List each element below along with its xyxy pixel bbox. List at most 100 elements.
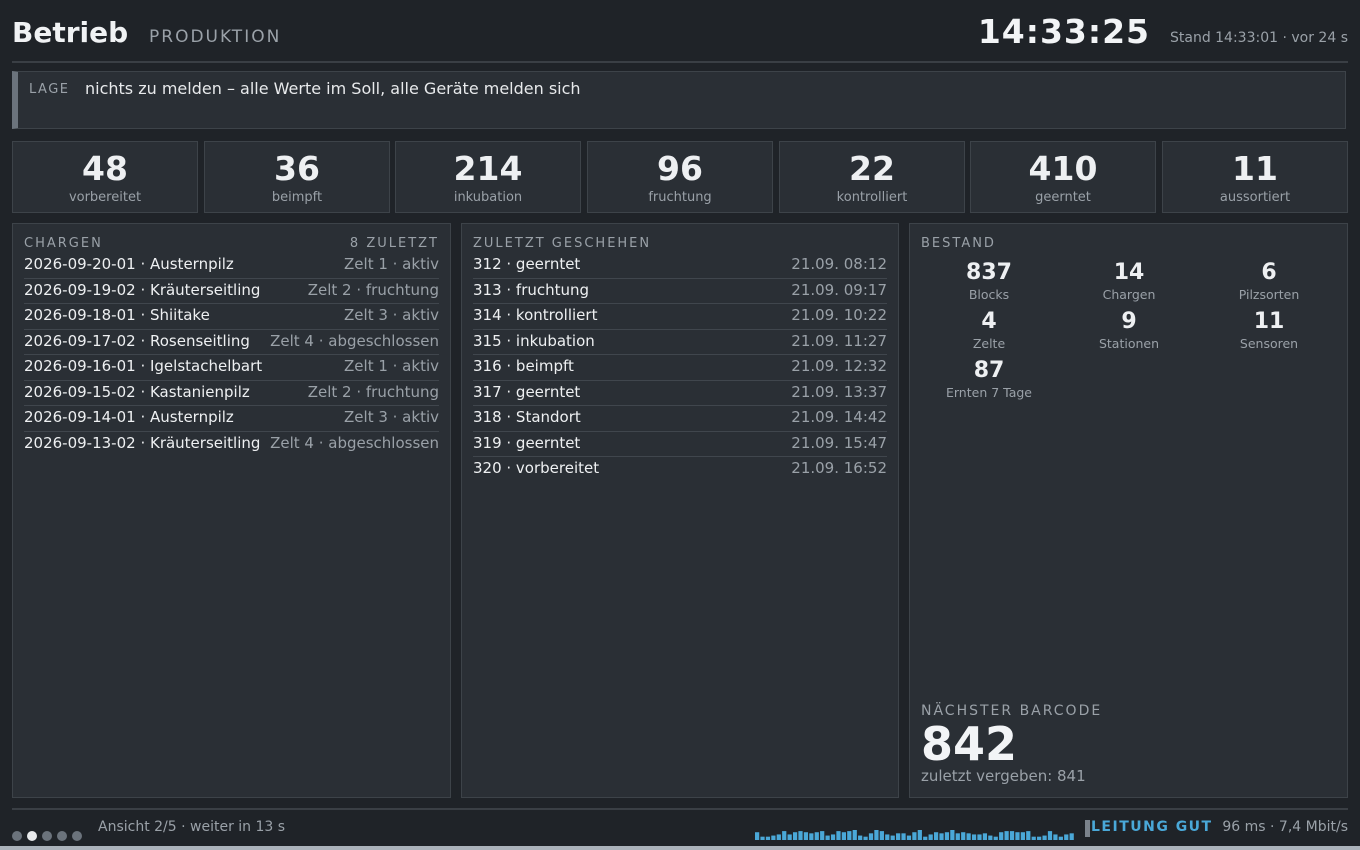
stat-label: inkubation [453,190,523,205]
stat-value: 22 [849,149,895,188]
spark-bar [836,831,841,840]
event-row[interactable]: 318 · Standort 21.09. 14:42 [473,406,887,432]
event-row[interactable]: 320 · vorbereitet 21.09. 16:52 [473,457,887,482]
event-text: 313 · fruchtung [473,280,590,299]
app-subtitle: PRODUKTION [149,27,282,47]
bestand-label: Stationen [1098,336,1160,351]
event-text: 312 · geerntet [473,255,581,273]
event-text: 320 · vorbereitet [473,459,600,477]
spark-bar [939,833,944,840]
stat-vorbereitet: 48 vorbereitet [12,141,198,213]
bestand-label: Ernten 7 Tage [945,385,1032,400]
clock: 14:33:25 [977,12,1150,51]
charge-status: Zelt 2 · fruchtung [307,382,439,401]
event-time: 21.09. 09:17 [791,280,887,299]
event-row[interactable]: 317 · geerntet 21.09. 13:37 [473,381,887,406]
event-time: 21.09. 11:27 [791,331,887,350]
spark-bar [944,832,950,840]
charge-row[interactable]: 2026-09-13-02 · Kräuterseitling Zelt 4 · … [24,432,439,457]
chargen-title: CHARGEN [24,236,103,251]
spark-bar [1064,834,1069,840]
event-row[interactable]: 316 · beimpft 21.09. 12:32 [473,355,887,381]
events-title: ZULETZT GESCHEHEN [473,236,652,251]
bestand-zelte: 4 Zelte [919,309,1059,351]
spark-bar [890,835,895,840]
spark-bar [868,833,874,840]
event-time: 21.09. 13:37 [791,382,887,401]
barcode-value: 842 [921,717,1018,771]
event-time: 21.09. 14:42 [791,408,887,426]
bestand-label: Zelte [972,336,1006,351]
spark-bar [1037,836,1042,840]
stat-value: 96 [657,149,703,188]
spark-bar [928,834,933,840]
stat-label: vorbereitet [68,190,142,205]
spark-bar [966,833,971,840]
spark-bar [755,832,760,840]
charge-row[interactable]: 2026-09-16-01 · Igelstachelbart Zelt 1 · … [24,355,439,381]
spark-bar [896,833,901,840]
charge-row[interactable]: 2026-09-17-02 · Rosenseitling Zelt 4 · ab… [24,330,439,355]
spark-bar [809,833,814,840]
spark-bar [1026,831,1031,840]
bestand-blocks: 837 Blocks [919,260,1059,302]
event-row[interactable]: 319 · geerntet 21.09. 15:47 [473,432,887,457]
page-dot-2[interactable] [27,831,37,841]
spark-bar [874,830,879,840]
charge-row[interactable]: 2026-09-14-01 · Austernpilz Zelt 3 · akti… [24,406,439,432]
event-time: 21.09. 10:22 [791,306,887,324]
charge-name: 2026-09-13-02 · Kräuterseitling [24,433,261,452]
charge-status: Zelt 1 · aktiv [344,255,439,273]
stat-value: 36 [274,149,320,188]
event-row[interactable]: 312 · geerntet 21.09. 08:12 [473,253,887,279]
stat-beimpft: 36 beimpft [204,141,390,213]
charge-row[interactable]: 2026-09-15-02 · Kastanienpilz Zelt 2 · fr… [24,381,439,406]
event-row[interactable]: 315 · inkubation 21.09. 11:27 [473,330,887,355]
page-dot-3[interactable] [42,831,52,841]
page-dots [12,826,87,845]
bestand-ernten: 87 Ernten 7 Tage [919,358,1059,400]
spark-bar [977,834,982,840]
spark-bar [879,831,884,840]
ansicht-info: Ansicht 2/5 · weiter in 13 s [98,819,286,835]
spark-bar [787,834,792,840]
footer: Ansicht 2/5 · weiter in 13 s LEITUNG GUT… [12,808,1348,848]
bestand-value: 4 [981,309,997,334]
lage-banner: LAGE nichts zu melden – alle Werte im So… [12,71,1346,129]
stat-aussortiert: 11 aussortiert [1162,141,1348,213]
charge-status: Zelt 2 · fruchtung [307,280,439,299]
chargen-count: 8 ZULETZT [349,236,439,251]
charge-row[interactable]: 2026-09-20-01 · Austernpilz Zelt 1 · akti… [24,253,439,279]
bottom-progress-line [0,846,1360,850]
spark-bar [982,833,988,840]
spark-bar [847,831,852,840]
charge-row[interactable]: 2026-09-19-02 · Kräuterseitling Zelt 2 · … [24,279,439,304]
charge-row[interactable]: 2026-09-18-01 · Shiitake Zelt 3 · aktiv [24,304,439,330]
event-text: 314 · kontrolliert [473,306,598,324]
stat-fruchtung: 96 fruchtung [587,141,773,213]
event-row[interactable]: 314 · kontrolliert 21.09. 10:22 [473,304,887,330]
page-dot-4[interactable] [57,831,67,841]
spark-bar [776,834,781,840]
spark-bar [923,836,928,840]
page-dot-1[interactable] [12,831,22,841]
bestand-label: Chargen [1102,287,1156,302]
spark-bar [1020,832,1025,840]
stat-label: beimpft [271,190,323,205]
event-time: 21.09. 08:12 [791,255,887,273]
connection-status: LEITUNG GUT [1091,819,1213,835]
stat-label: geerntet [1035,190,1091,205]
spark-bar [1042,835,1047,840]
latency-sparkline [755,830,1074,840]
bestand-chargen: 14 Chargen [1059,260,1199,302]
charge-status: Zelt 4 · abgeschlossen [270,433,439,452]
spark-bar [1069,833,1074,840]
spark-bar [858,835,863,840]
bestand-value: 11 [1253,309,1285,334]
spark-bar [933,832,939,840]
lage-text: nichts zu melden – alle Werte im Soll, a… [85,79,581,98]
event-row[interactable]: 313 · fruchtung 21.09. 09:17 [473,279,887,304]
spark-bar [1047,831,1053,840]
page-dot-5[interactable] [72,831,82,841]
charge-name: 2026-09-16-01 · Igelstachelbart [24,357,263,375]
